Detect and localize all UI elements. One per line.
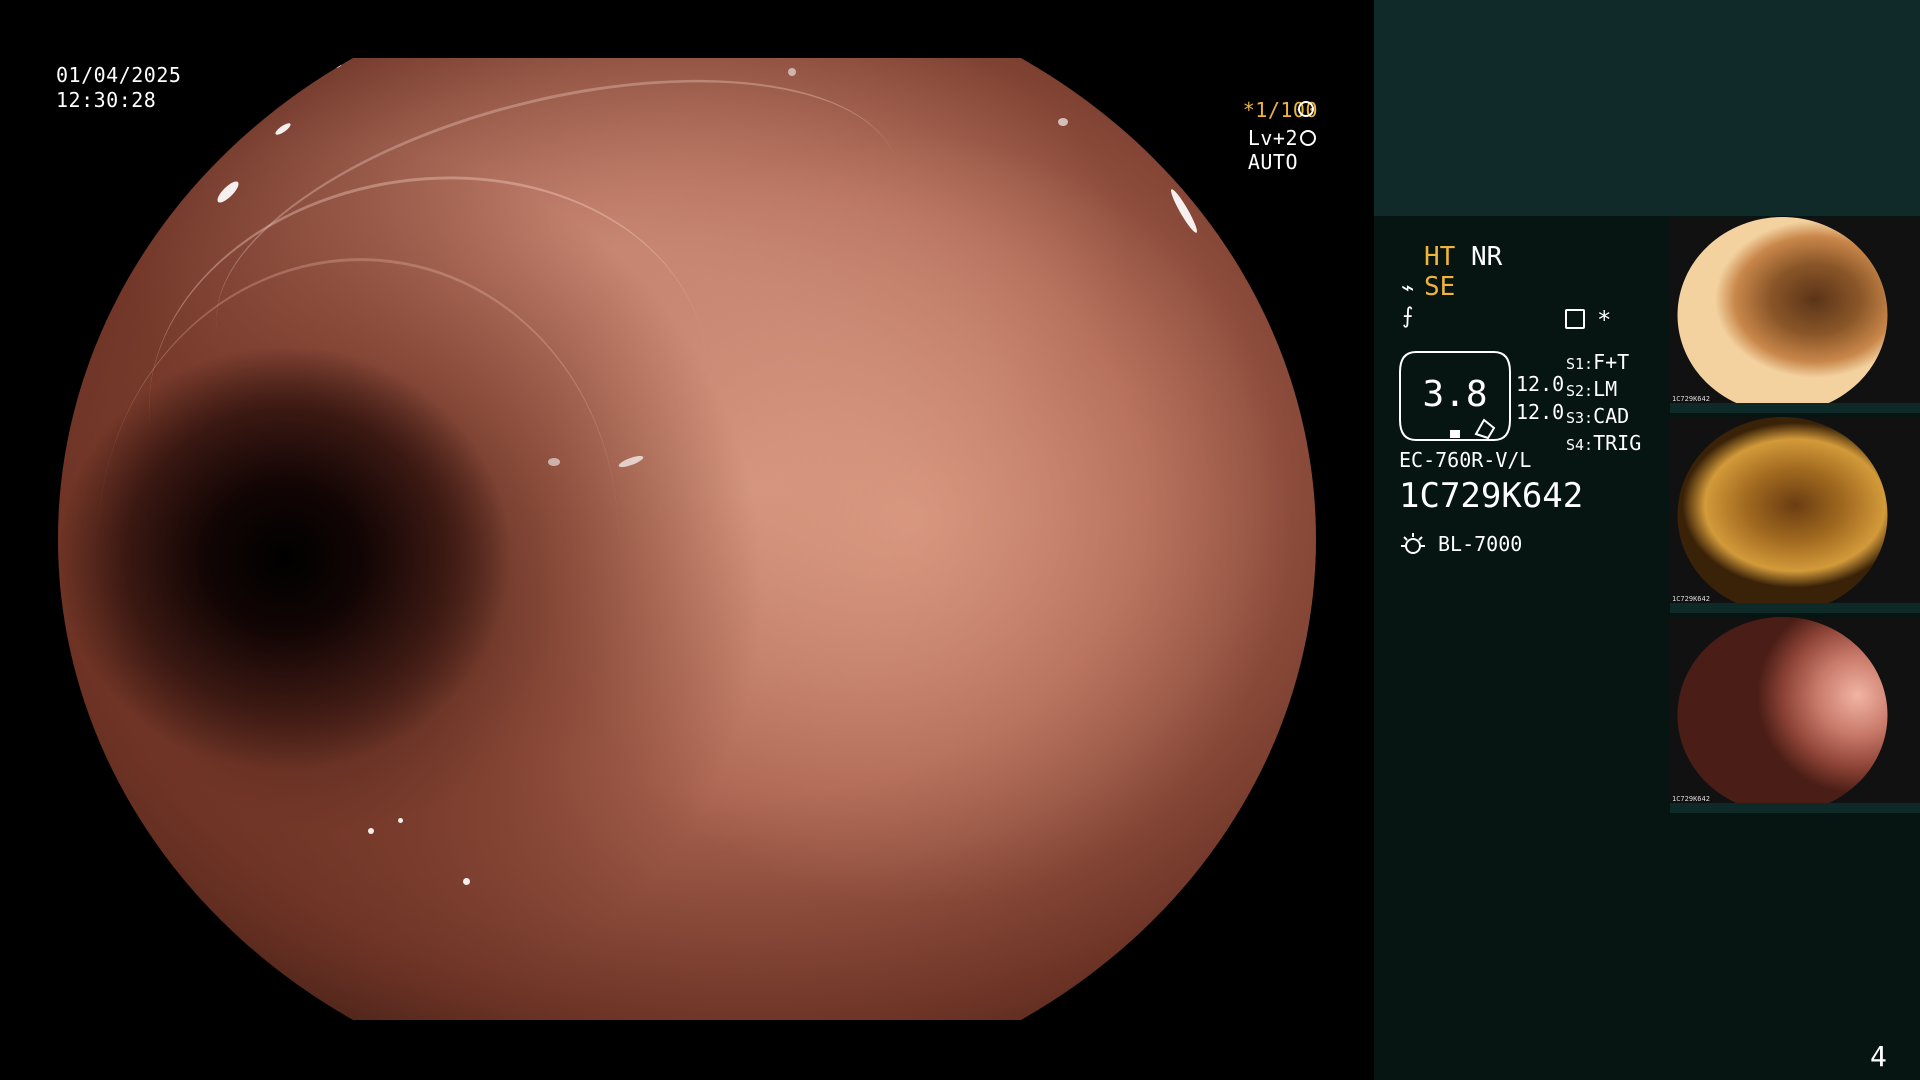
switch-s2-value: LM xyxy=(1593,377,1618,401)
serial-number: 1C729K642 xyxy=(1399,476,1584,516)
timestamp: 01/04/2025 12:30:28 xyxy=(56,63,181,113)
light-reflection xyxy=(214,178,242,206)
info-panel-header xyxy=(1374,0,1920,216)
structure-icon: ⨍ xyxy=(1402,304,1414,329)
enhancement-icon: ⌁ xyxy=(1401,276,1415,301)
thumbnail-bar xyxy=(1670,803,1920,813)
level-text: Lv+2 AUTO xyxy=(1247,126,1298,174)
magnification-display: 3.8 xyxy=(1398,350,1512,442)
light-source-icon xyxy=(1400,532,1426,558)
ht-nr-row: HT NR xyxy=(1424,242,1502,272)
light-reflection xyxy=(328,58,342,68)
thumbnail-serial: 1C729K642 xyxy=(1672,595,1710,603)
light-reflection xyxy=(368,828,374,834)
value-2: 12.0 xyxy=(1516,400,1565,424)
light-reflection xyxy=(1168,187,1200,235)
switch-s1-label: S1: xyxy=(1566,355,1594,373)
capture-thumbnail-1[interactable]: 1C729K642 xyxy=(1670,217,1920,413)
asterisk-label: * xyxy=(1597,306,1612,334)
time-text: 12:30:28 xyxy=(56,88,157,112)
sun-icon xyxy=(1401,533,1425,554)
nr-label: NR xyxy=(1470,242,1503,272)
switch-s2-label: S2: xyxy=(1566,382,1594,400)
level-indicator: Lv+2 AUTO xyxy=(1192,126,1298,174)
settings-icon xyxy=(1565,309,1585,329)
light-reflection xyxy=(273,121,293,137)
light-reflection xyxy=(463,878,470,885)
value-1: 12.0 xyxy=(1516,372,1565,396)
auto-icon xyxy=(1300,130,1316,146)
scope-model: EC-760R-V/L xyxy=(1399,448,1532,472)
thumbnail-image xyxy=(1677,417,1888,613)
date-text: 01/04/2025 xyxy=(56,63,182,87)
light-reflection xyxy=(398,818,403,823)
switch-s4: S4:TRIG xyxy=(1566,431,1641,458)
switch-s1: S1:F+T xyxy=(1566,350,1641,377)
capture-thumbnail-2[interactable]: 1C729K642 xyxy=(1670,417,1920,613)
light-reflection xyxy=(1058,118,1068,126)
thumbnail-image xyxy=(1677,617,1888,813)
se-label: SE xyxy=(1424,272,1456,302)
light-source-label: BL-7000 xyxy=(1438,532,1523,556)
switch-s3-label: S3: xyxy=(1566,409,1594,427)
endoscope-view xyxy=(58,17,1316,1020)
light-reflection xyxy=(548,458,560,466)
switch-s1-value: F+T xyxy=(1593,350,1630,374)
capture-thumbnail-3[interactable]: 1C729K642 xyxy=(1670,617,1920,813)
thumbnail-bar xyxy=(1670,603,1920,613)
thumbnail-bar xyxy=(1670,403,1920,413)
page-number: 4 xyxy=(1870,1040,1887,1073)
light-reflection xyxy=(788,68,796,76)
magnification-value: 3.8 xyxy=(1422,374,1488,415)
switch-s3: S3:CAD xyxy=(1566,404,1641,431)
thumbnail-serial: 1C729K642 xyxy=(1672,395,1710,403)
shutter-icon xyxy=(1298,101,1314,117)
thumbnail-image xyxy=(1677,217,1888,413)
switch-list: S1:F+T S2:LM S3:CAD S4:TRIG xyxy=(1566,350,1641,458)
switch-s2: S2:LM xyxy=(1566,377,1641,404)
thumbnail-serial: 1C729K642 xyxy=(1672,795,1710,803)
switch-s4-label: S4: xyxy=(1566,436,1594,454)
switch-s4-value: TRIG xyxy=(1593,431,1642,455)
switch-s3-value: CAD xyxy=(1593,404,1630,428)
ht-label: HT xyxy=(1424,242,1456,272)
